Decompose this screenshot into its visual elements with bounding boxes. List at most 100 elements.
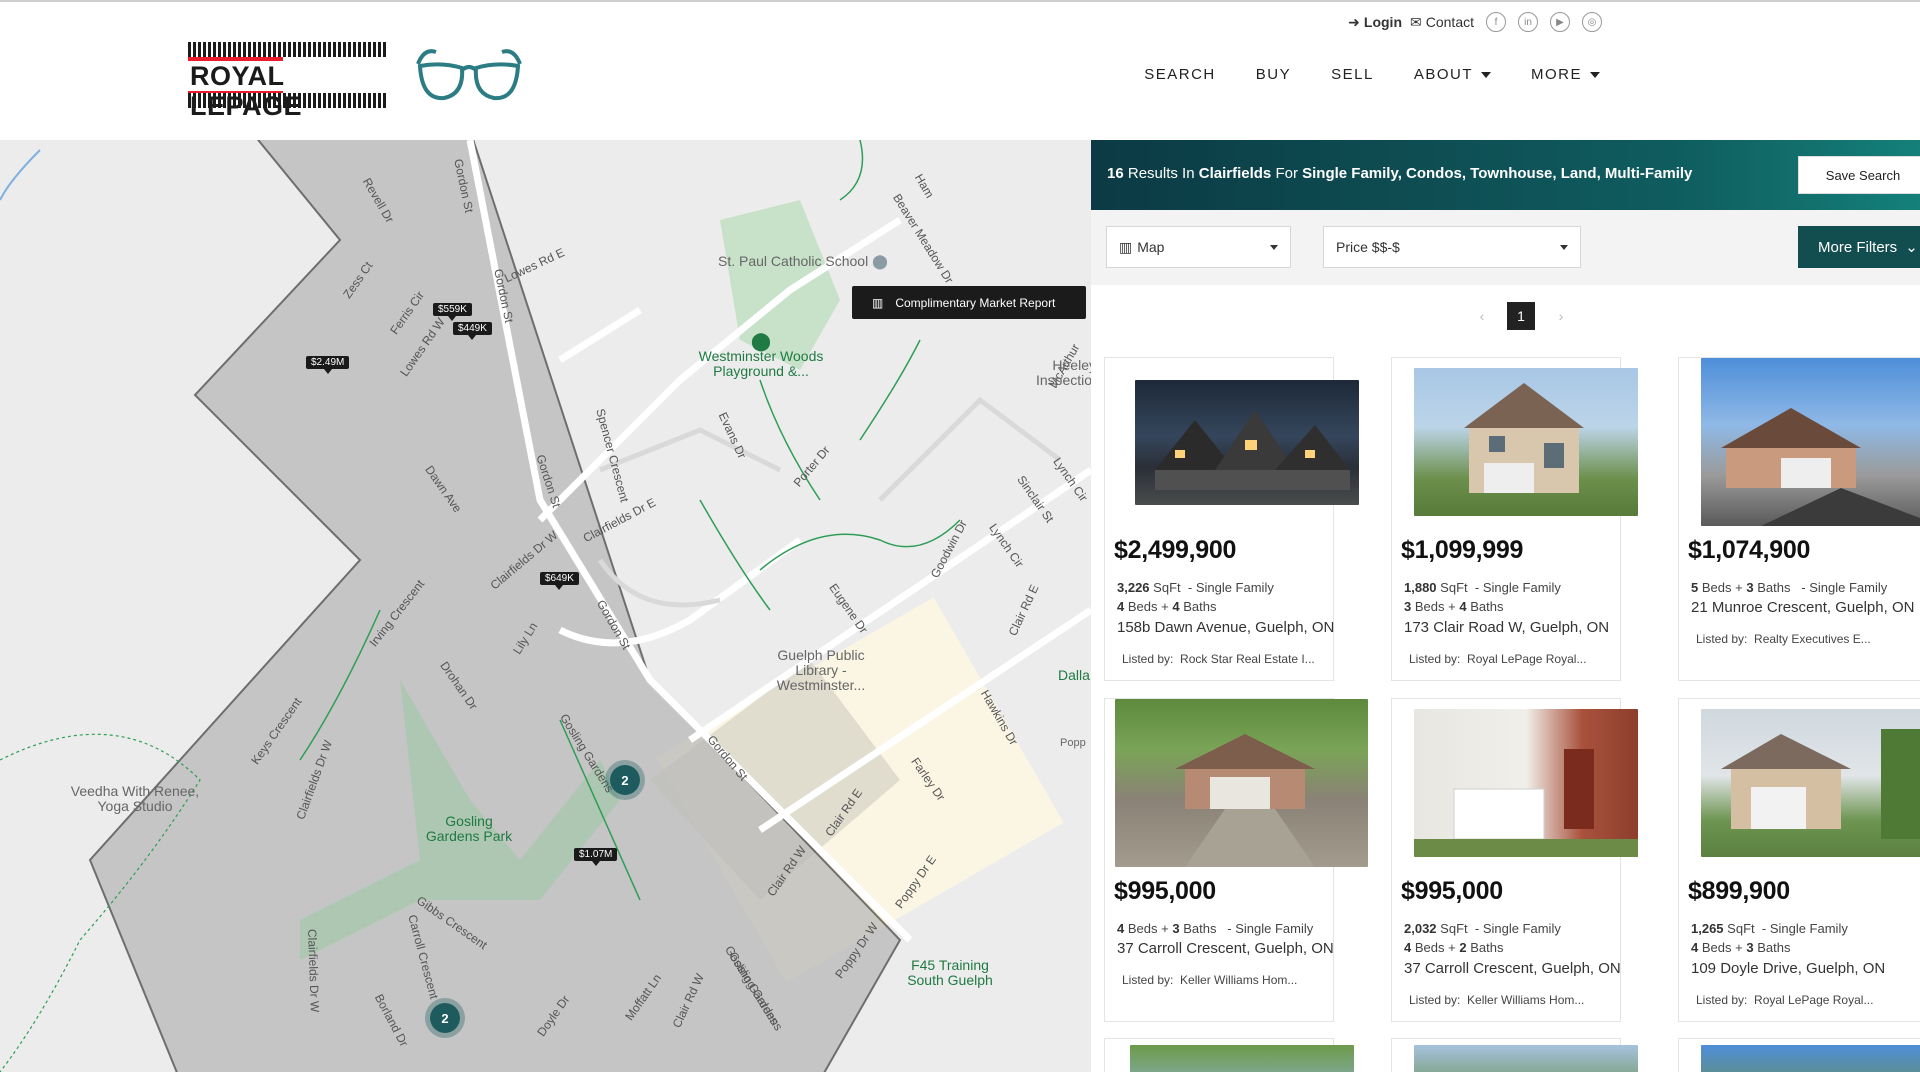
listing-beds-baths: 4 Beds + 2 Baths bbox=[1404, 940, 1504, 955]
poi-library[interactable]: Guelph Public Library - Westminster... bbox=[756, 648, 886, 693]
logo-text: ROYAL LEPAGE bbox=[188, 61, 388, 121]
listing-beds-baths: 4 Beds + 4 Baths bbox=[1117, 599, 1217, 614]
results-summary: 16 Results In Clairfields For Single Fam… bbox=[1107, 165, 1693, 182]
listing-card[interactable] bbox=[1104, 1038, 1354, 1072]
nav-sell[interactable]: SELL bbox=[1331, 66, 1374, 83]
listing-card[interactable]: $995,000 2,032 SqFt - Single Family 4 Be… bbox=[1391, 698, 1638, 1022]
results-summary-bar: 16 Results In Clairfields For Single Fam… bbox=[1091, 140, 1920, 210]
chevron-down-icon bbox=[1481, 71, 1491, 78]
linkedin-icon[interactable]: in bbox=[1518, 12, 1538, 32]
listing-price: $1,074,900 bbox=[1688, 536, 1811, 564]
listing-card[interactable]: $1,099,999 1,880 SqFt - Single Family 3 … bbox=[1391, 357, 1638, 681]
listing-agent: Listed by: Rock Star Real Estate I... bbox=[1122, 652, 1315, 666]
map-cluster[interactable]: 2 bbox=[605, 760, 645, 800]
listing-address[interactable]: 37 Carroll Crescent, Guelph, ON bbox=[1404, 960, 1621, 977]
listing-agent: Listed by: Royal LePage Royal... bbox=[1409, 652, 1587, 666]
poi-yoga-studio[interactable]: Veedha With Renee, Yoga Studio bbox=[70, 784, 200, 814]
listing-card[interactable]: $2,499,900 3,226 SqFt - Single Family 4 … bbox=[1104, 357, 1359, 681]
login-icon: ➜ bbox=[1348, 13, 1360, 30]
save-search-button[interactable]: Save Search bbox=[1798, 156, 1920, 194]
poi-popp[interactable]: Popp bbox=[1060, 736, 1086, 751]
bar-chart-icon: ▥ bbox=[872, 295, 884, 310]
poi-park[interactable]: Gosling Gardens Park bbox=[424, 814, 514, 844]
page-next[interactable]: › bbox=[1547, 302, 1575, 330]
listing-agent: Listed by: Keller Williams Hom... bbox=[1122, 973, 1298, 987]
listing-photo[interactable] bbox=[1135, 380, 1359, 505]
main-nav: SEARCH BUY SELL ABOUT MORE bbox=[1144, 66, 1600, 83]
map-canvas bbox=[0, 140, 1091, 1072]
price-pin[interactable]: $449K bbox=[453, 322, 492, 340]
facebook-icon[interactable]: f bbox=[1486, 12, 1506, 32]
nav-about[interactable]: ABOUT bbox=[1414, 66, 1491, 83]
price-pin[interactable]: $2.49M bbox=[306, 356, 350, 374]
nav-buy[interactable]: BUY bbox=[1256, 66, 1291, 83]
listing-beds-baths: 4 Beds + 3 Baths - Single Family bbox=[1117, 921, 1314, 936]
nav-more[interactable]: MORE bbox=[1531, 66, 1600, 83]
page-current[interactable]: 1 bbox=[1507, 302, 1535, 330]
contact-link[interactable]: ✉ Contact bbox=[1410, 14, 1474, 31]
nav-search[interactable]: SEARCH bbox=[1144, 66, 1216, 83]
listing-photo[interactable] bbox=[1130, 1045, 1354, 1072]
chevron-down-icon bbox=[1270, 245, 1278, 250]
map-cluster[interactable]: 2 bbox=[425, 998, 465, 1038]
price-pin[interactable]: $559K bbox=[433, 303, 472, 321]
listing-beds-baths: 3 Beds + 4 Baths bbox=[1404, 599, 1504, 614]
listing-photo[interactable] bbox=[1701, 1045, 1920, 1072]
poi-dalla[interactable]: Dalla bbox=[1058, 668, 1090, 683]
glasses-icon bbox=[416, 49, 522, 101]
more-filters-button[interactable]: More Filters ⌄ bbox=[1798, 226, 1920, 268]
listing-card[interactable] bbox=[1391, 1038, 1638, 1072]
listing-meta: 2,032 SqFt - Single Family bbox=[1404, 921, 1561, 936]
poi-gym[interactable]: F45 Training South Guelph bbox=[900, 958, 1000, 988]
listing-photo[interactable] bbox=[1414, 1045, 1638, 1072]
instagram-icon[interactable]: ◎ bbox=[1582, 12, 1602, 32]
listing-meta: 3,226 SqFt - Single Family bbox=[1117, 580, 1274, 595]
results-panel: 16 Results In Clairfields For Single Fam… bbox=[1091, 140, 1920, 1072]
listing-meta: 1,265 SqFt - Single Family bbox=[1691, 921, 1848, 936]
listing-beds-baths: 4 Beds + 3 Baths bbox=[1691, 940, 1791, 955]
listing-address[interactable]: 37 Carroll Crescent, Guelph, ON bbox=[1117, 940, 1334, 957]
youtube-icon[interactable]: ▶ bbox=[1550, 12, 1570, 32]
listing-photo[interactable] bbox=[1414, 709, 1638, 857]
poi-school[interactable]: St. Paul Catholic School ⬤ bbox=[718, 254, 888, 269]
listing-price: $2,499,900 bbox=[1114, 536, 1237, 564]
listing-card[interactable]: $899,900 1,265 SqFt - Single Family 4 Be… bbox=[1678, 698, 1920, 1022]
page-prev[interactable]: ‹ bbox=[1468, 302, 1496, 330]
map-pin-icon: ⬤ bbox=[750, 331, 772, 351]
price-pin[interactable]: $1.07M bbox=[574, 848, 618, 866]
listing-photo[interactable] bbox=[1115, 699, 1368, 867]
listing-price: $899,900 bbox=[1688, 877, 1790, 905]
chevron-down-icon bbox=[1560, 245, 1568, 250]
listing-address[interactable]: 21 Munroe Crescent, Guelph, ON bbox=[1691, 599, 1914, 616]
chevron-down-icon bbox=[1590, 71, 1600, 78]
listing-address[interactable]: 158b Dawn Avenue, Guelph, ON bbox=[1117, 619, 1334, 636]
poi-inspection[interactable]: Heeley Inspection bbox=[1036, 358, 1091, 388]
view-select[interactable]: ▥ Map bbox=[1106, 226, 1291, 268]
listing-photo[interactable] bbox=[1701, 709, 1920, 857]
listing-address[interactable]: 173 Clair Road W, Guelph, ON bbox=[1404, 619, 1609, 636]
market-report-button[interactable]: ▥ Complimentary Market Report bbox=[852, 286, 1086, 319]
street-label: Clairfields Dr W bbox=[305, 928, 322, 1013]
royal-lepage-logo[interactable]: ROYAL LEPAGE bbox=[188, 42, 388, 121]
map-view[interactable]: ▥ Complimentary Market Report Revell Dr G… bbox=[0, 140, 1091, 1072]
listing-photo[interactable] bbox=[1414, 368, 1638, 516]
map-pin-icon: ⬤ bbox=[872, 253, 888, 269]
listing-card[interactable]: $995,000 4 Beds + 3 Baths - Single Famil… bbox=[1104, 698, 1368, 1022]
utility-bar: ➜ Login ✉ Contact f in ▶ ◎ bbox=[1348, 12, 1602, 32]
listing-agent: Listed by: Keller Williams Hom... bbox=[1409, 993, 1585, 1007]
listing-price: $995,000 bbox=[1114, 877, 1216, 905]
price-select[interactable]: Price $$-$ bbox=[1323, 226, 1581, 268]
listing-photo[interactable] bbox=[1701, 358, 1920, 526]
poi-playground[interactable]: ⬤ Westminster Woods Playground &... bbox=[686, 331, 836, 379]
login-link[interactable]: ➜ Login bbox=[1348, 14, 1402, 31]
chevron-down-icon: ⌄ bbox=[1905, 239, 1918, 256]
mail-icon: ✉ bbox=[1410, 13, 1422, 30]
filter-bar: ▥ Map Price $$-$ More Filters ⌄ bbox=[1091, 210, 1920, 285]
listing-agent: Listed by: Realty Executives E... bbox=[1696, 632, 1871, 646]
listing-card[interactable]: $1,074,900 5 Beds + 3 Baths - Single Fam… bbox=[1678, 357, 1920, 681]
listing-price: $1,099,999 bbox=[1401, 536, 1524, 564]
listing-card[interactable] bbox=[1678, 1038, 1920, 1072]
price-pin[interactable]: $649K bbox=[540, 572, 579, 590]
listing-address[interactable]: 109 Doyle Drive, Guelph, ON bbox=[1691, 960, 1885, 977]
listing-meta: 1,880 SqFt - Single Family bbox=[1404, 580, 1561, 595]
